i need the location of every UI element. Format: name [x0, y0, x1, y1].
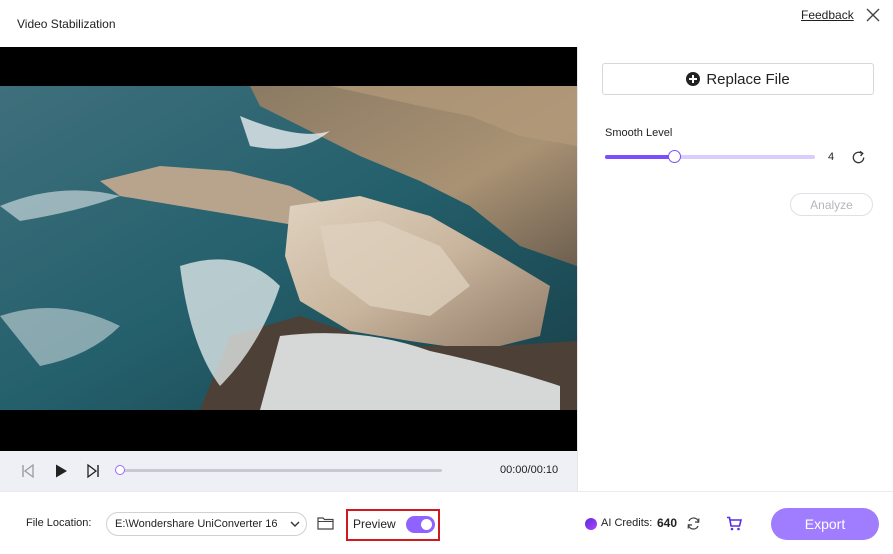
- file-location-select[interactable]: E:\Wondershare UniConverter 16: [106, 512, 307, 536]
- seek-bar[interactable]: [120, 469, 442, 472]
- ai-credits-value: 640: [657, 516, 678, 530]
- chevron-down-icon: [290, 521, 300, 527]
- close-icon[interactable]: [864, 6, 882, 24]
- video-preview: [0, 47, 577, 451]
- export-button[interactable]: Export: [771, 508, 879, 540]
- ai-credits-icon: [585, 518, 597, 530]
- preview-toggle[interactable]: [406, 516, 435, 533]
- smooth-level-label: Smooth Level: [605, 127, 673, 139]
- smooth-level-value: 4: [828, 151, 835, 163]
- title-bar: Video Stabilization Feedback: [0, 0, 893, 47]
- next-frame-icon[interactable]: [85, 463, 101, 479]
- file-path-value: E:\Wondershare UniConverter 16: [115, 518, 278, 530]
- bottom-bar: File Location: E:\Wondershare UniConvert…: [0, 491, 893, 554]
- preview-label: Preview: [353, 517, 396, 531]
- file-location-label: File Location:: [26, 517, 92, 529]
- smooth-level-slider[interactable]: [605, 155, 815, 159]
- cart-icon[interactable]: [726, 516, 742, 531]
- player-controls: 00:00/00:10: [0, 451, 577, 491]
- toggle-knob: [421, 519, 432, 530]
- video-frame: [0, 86, 577, 410]
- add-circle-icon: [686, 72, 701, 86]
- time-display: 00:00/00:10: [500, 464, 559, 476]
- replace-file-label: Replace File: [706, 70, 790, 88]
- analyze-button[interactable]: Analyze: [790, 193, 873, 216]
- seek-thumb[interactable]: [115, 465, 125, 475]
- play-icon[interactable]: [53, 463, 69, 479]
- coastline-video-image: [0, 86, 577, 410]
- folder-icon[interactable]: [317, 516, 334, 530]
- refresh-icon[interactable]: [686, 516, 701, 531]
- slider-thumb[interactable]: [667, 150, 681, 163]
- replace-file-button[interactable]: Replace File: [602, 63, 874, 95]
- skip-to-start-icon[interactable]: [20, 463, 36, 479]
- slider-fill: [605, 155, 675, 159]
- settings-panel: Replace File Smooth Level 4 Analyze: [577, 47, 893, 491]
- feedback-link[interactable]: Feedback: [801, 8, 854, 22]
- reset-icon[interactable]: [850, 149, 867, 166]
- window-title: Video Stabilization: [17, 17, 116, 31]
- ai-credits-label: AI Credits:: [601, 517, 653, 529]
